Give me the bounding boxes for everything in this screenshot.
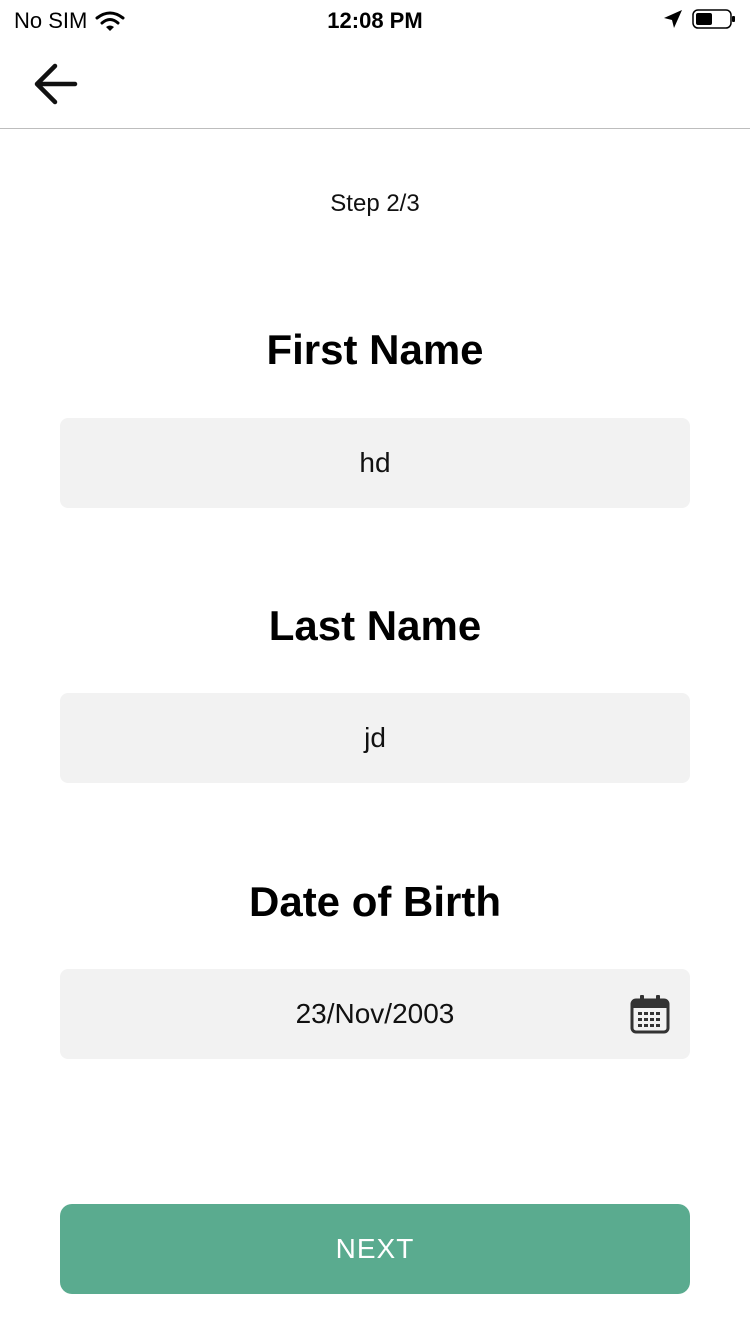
first-name-field[interactable]: hd (60, 418, 690, 508)
status-time: 12:08 PM (327, 8, 423, 33)
status-bar: No SIM 12:08 PM (0, 0, 750, 40)
next-button-label: NEXT (335, 1233, 415, 1264)
location-arrow-icon (664, 10, 682, 28)
nav-bar (0, 40, 750, 129)
calendar-icon[interactable] (630, 994, 670, 1034)
date-of-birth-label: Date of Birth (249, 878, 501, 925)
last-name-value: jd (364, 722, 386, 753)
first-name-label: First Name (266, 326, 484, 373)
date-of-birth-field[interactable]: 23/Nov/2003 (60, 969, 690, 1059)
date-of-birth-value: 23/Nov/2003 (295, 998, 455, 1029)
next-button[interactable]: NEXT (60, 1204, 690, 1294)
arrow-left-icon (34, 63, 78, 105)
battery-icon (692, 9, 735, 29)
step-indicator: Step 2/3 (330, 190, 420, 217)
last-name-label: Last Name (268, 602, 482, 649)
first-name-value: hd (359, 447, 391, 478)
last-name-field[interactable]: jd (60, 693, 690, 783)
status-right (662, 8, 736, 30)
back-button[interactable] (28, 60, 82, 108)
